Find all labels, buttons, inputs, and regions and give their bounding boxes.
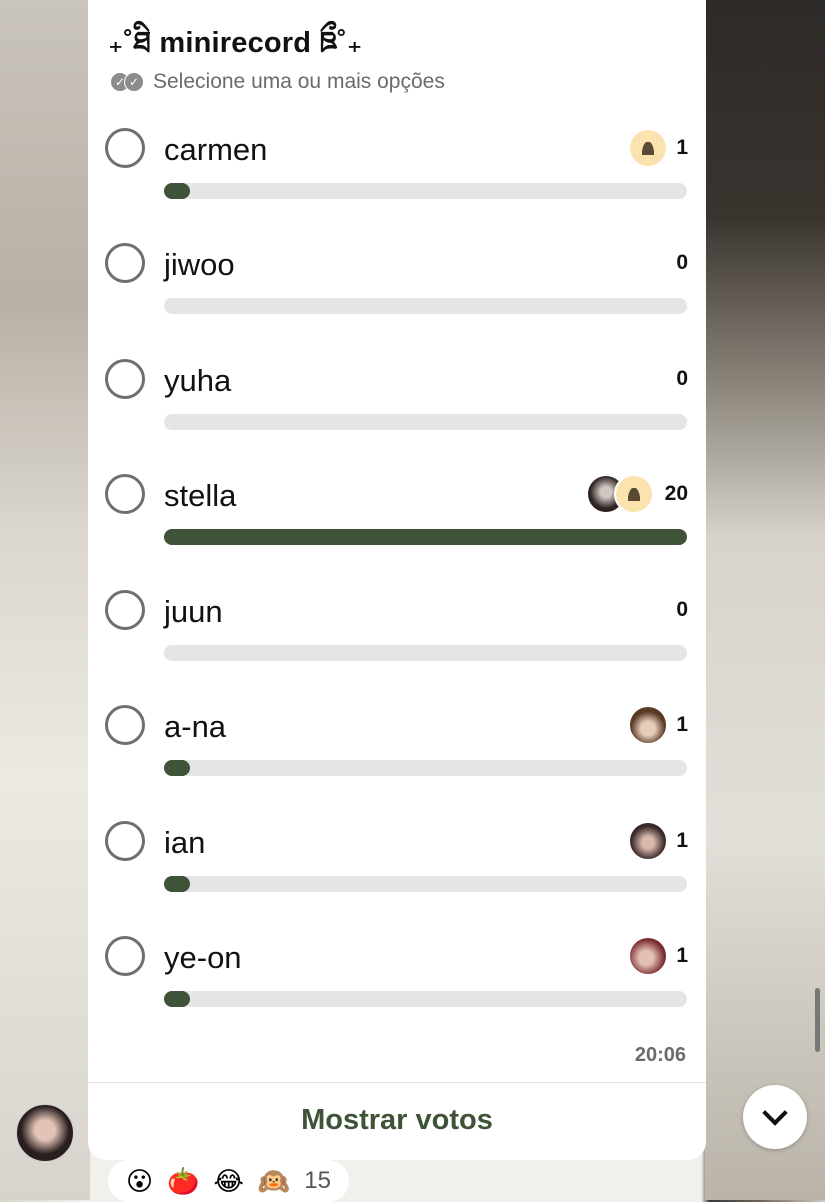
reactions-bar[interactable]: 😮 🍅 😂 🙉 15	[108, 1160, 349, 1202]
option-label: juun	[164, 594, 223, 629]
progress-track	[164, 760, 687, 776]
vote-count: 1	[676, 136, 688, 159]
voter-avatars	[628, 128, 668, 168]
poll-option[interactable]: ye-on 1	[88, 936, 706, 1036]
poll-option[interactable]: carmen 1	[88, 128, 706, 228]
radio-circle[interactable]	[105, 705, 145, 745]
radio-circle[interactable]	[105, 128, 145, 168]
laughing-face-emoji: 😂	[213, 1165, 244, 1196]
poll-option[interactable]: juun 0	[88, 590, 706, 690]
voter-avatars	[628, 936, 668, 976]
chevron-down-icon	[762, 1100, 788, 1126]
progress-track	[164, 645, 687, 661]
double-check-icon: ✓ ✓	[110, 72, 144, 92]
progress-fill	[164, 991, 191, 1007]
poll-option[interactable]: stella 20	[88, 474, 706, 574]
divider	[88, 1082, 706, 1083]
progress-track	[164, 414, 687, 430]
voter-avatars	[628, 705, 668, 745]
radio-circle[interactable]	[105, 474, 145, 514]
scroll-to-bottom-button[interactable]	[743, 1085, 807, 1149]
poll-option[interactable]: a-na 1	[88, 705, 706, 805]
option-label: a-na	[164, 709, 227, 744]
poll-option[interactable]: yuha 0	[88, 359, 706, 459]
progress-track	[164, 991, 687, 1007]
sender-avatar[interactable]	[16, 1104, 74, 1162]
voter-photo-avatar	[628, 936, 668, 976]
progress-track	[164, 183, 687, 199]
poll-hint-text: Selecione uma ou mais opções	[153, 70, 445, 93]
tomato-emoji: 🍅	[167, 1165, 200, 1196]
progress-track	[164, 529, 687, 545]
progress-track	[164, 876, 687, 892]
vote-count: 20	[664, 482, 688, 505]
poll-message-bubble: ₊˚ཐི minirecord ཋྀ˚₊ ✓ ✓ Selecione uma ou…	[88, 0, 706, 1160]
voter-photo-avatar	[628, 821, 668, 861]
vote-count: 0	[676, 367, 688, 390]
progress-fill	[164, 876, 191, 892]
radio-circle[interactable]	[105, 243, 145, 283]
voter-avatars	[586, 474, 654, 514]
radio-circle[interactable]	[105, 359, 145, 399]
hear-no-evil-monkey-emoji: 🙉	[257, 1165, 291, 1196]
option-label: jiwoo	[164, 247, 235, 282]
vote-count: 0	[676, 251, 688, 274]
option-label: yuha	[164, 363, 232, 398]
anonymous-avatar	[614, 474, 654, 514]
poll-option[interactable]: jiwoo 0	[88, 243, 706, 343]
vote-count: 1	[676, 829, 688, 852]
background-photo-right	[705, 0, 825, 1200]
progress-fill	[164, 529, 687, 545]
message-timestamp: 20:06	[634, 1044, 686, 1066]
anonymous-avatar	[628, 128, 668, 168]
radio-circle[interactable]	[105, 590, 145, 630]
poll-option[interactable]: ian 1	[88, 821, 706, 921]
option-label: ye-on	[164, 940, 242, 975]
vote-count: 1	[676, 944, 688, 967]
option-label: stella	[164, 478, 237, 513]
show-votes-button[interactable]: Mostrar votos	[88, 1104, 706, 1137]
option-label: ian	[164, 825, 206, 860]
reaction-count: 15	[304, 1167, 331, 1194]
progress-fill	[164, 760, 191, 776]
radio-circle[interactable]	[105, 821, 145, 861]
surprised-face-emoji: 😮	[126, 1165, 154, 1196]
progress-fill	[164, 183, 191, 199]
radio-circle[interactable]	[105, 936, 145, 976]
voter-avatars	[628, 821, 668, 861]
voter-photo-avatar	[628, 705, 668, 745]
vote-count: 1	[676, 713, 688, 736]
background-photo-left	[0, 0, 90, 1200]
poll-hint: ✓ ✓ Selecione uma ou mais opções	[110, 70, 445, 94]
option-label: carmen	[164, 132, 268, 167]
vote-count: 0	[676, 598, 688, 621]
progress-track	[164, 298, 687, 314]
scrollbar[interactable]	[815, 988, 820, 1052]
